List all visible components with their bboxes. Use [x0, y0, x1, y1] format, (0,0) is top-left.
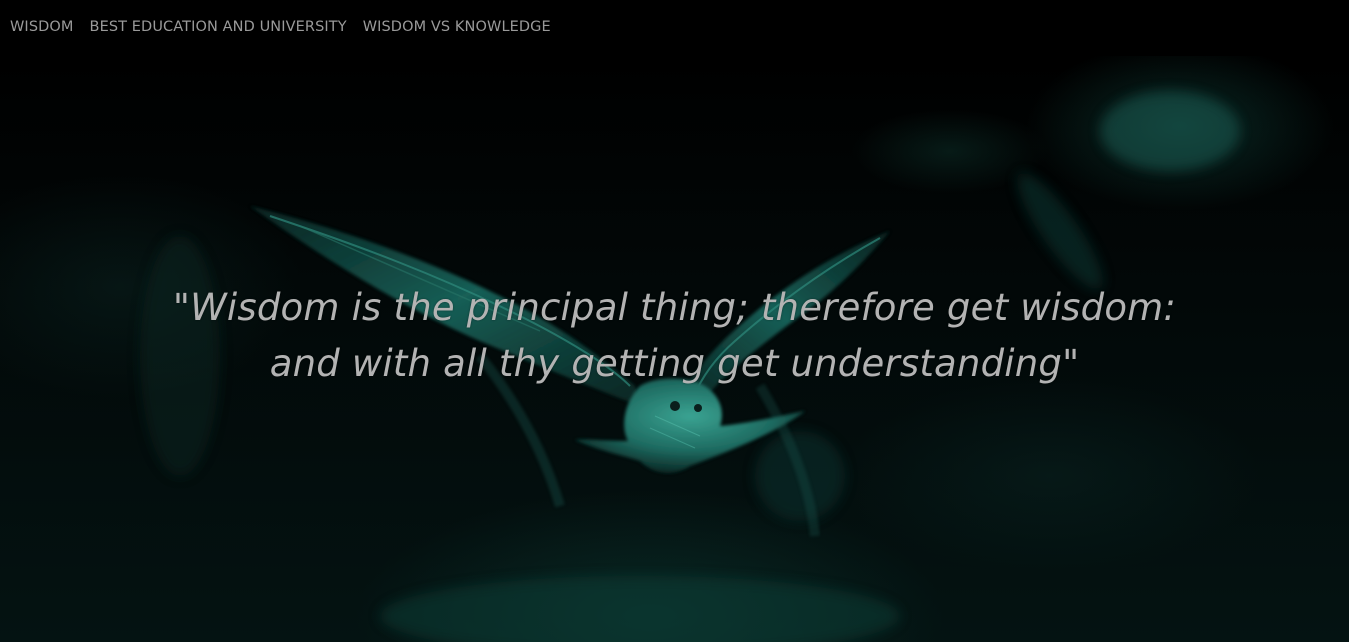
hero-section: "Wisdom is the principal thing; therefor… [0, 56, 1349, 642]
quote-line-1: "Wisdom is the principal thing; therefor… [172, 286, 1177, 329]
nav-link-wisdom[interactable]: WISDOM [10, 20, 74, 35]
top-nav: WISDOM BEST EDUCATION AND UNIVERSITY WIS… [0, 0, 1349, 56]
nav-link-best-education-and-university[interactable]: BEST EDUCATION AND UNIVERSITY [90, 20, 347, 35]
nav-link-wisdom-vs-knowledge[interactable]: WISDOM VS KNOWLEDGE [363, 20, 551, 35]
quote-line-2: and with all thy getting get understandi… [269, 342, 1080, 385]
page: WISDOM BEST EDUCATION AND UNIVERSITY WIS… [0, 0, 1349, 642]
hero-quote: "Wisdom is the principal thing; therefor… [0, 280, 1349, 392]
